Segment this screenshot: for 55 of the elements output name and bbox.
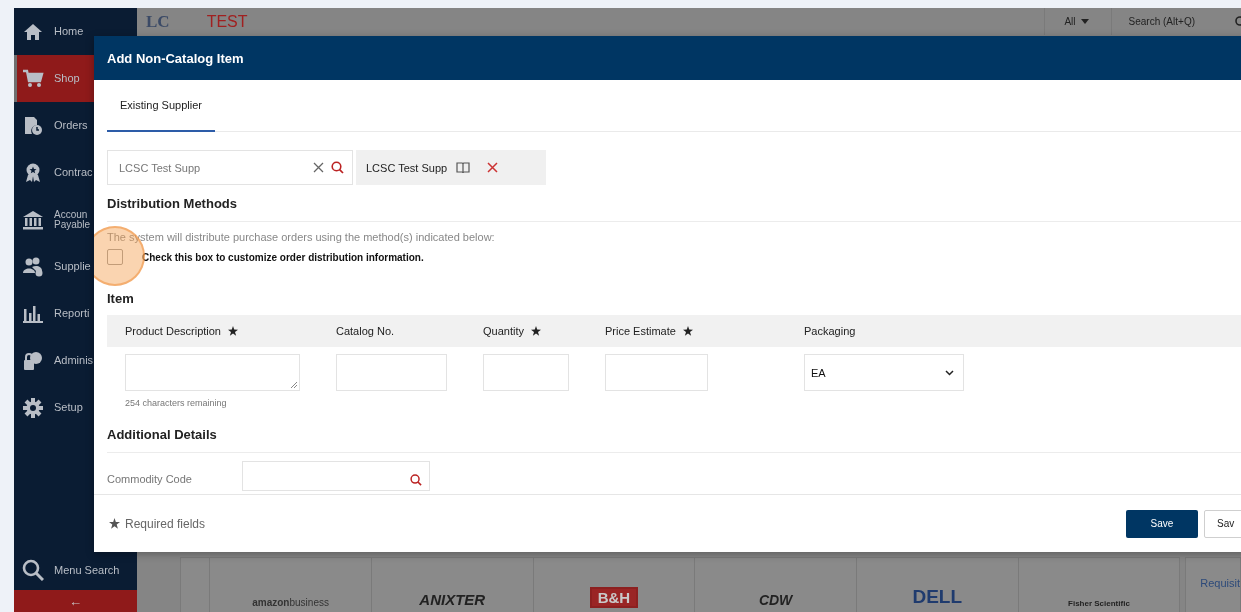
field-label: Commodity Code (107, 473, 193, 485)
search-icon (410, 474, 422, 486)
required-star-icon (109, 518, 120, 529)
input-field[interactable] (336, 354, 447, 391)
section-heading: Item (107, 291, 135, 306)
bank-icon (22, 208, 44, 231)
supplier-logo-card[interactable]: CDW (694, 558, 856, 612)
supplier-logo-card[interactable]: ANIXTER (370, 558, 533, 612)
people-icon (22, 255, 44, 278)
save-button[interactable]: Save (1126, 509, 1198, 538)
clear-icon (313, 162, 324, 173)
input-field[interactable] (483, 354, 569, 391)
supplier-logo-card[interactable]: Fisher Scientific (1017, 558, 1180, 612)
required-star-icon (530, 326, 541, 336)
search-icon (22, 559, 44, 581)
collapse-button[interactable]: ← (14, 590, 137, 612)
supplier-name: LCSC Test Supp (366, 161, 448, 174)
commodity-code-field[interactable] (242, 461, 430, 491)
search-field[interactable]: Search (Alt+Q) (1111, 16, 1235, 27)
secondary-button[interactable]: Sav (1204, 509, 1241, 538)
supplier-logo-card[interactable]: B&H (532, 558, 695, 612)
search-icon (331, 161, 344, 174)
menu-search[interactable]: Menu Search (14, 550, 137, 590)
settings-icon (22, 396, 44, 419)
required-note: Required fields (125, 516, 206, 531)
chevron-down-icon (945, 369, 954, 376)
column-header: Catalog No. (336, 325, 395, 337)
remove-button[interactable] (487, 162, 499, 173)
column-header: Packaging (804, 325, 856, 337)
column-header: Quantity (483, 325, 524, 337)
book-icon (456, 162, 471, 173)
supplier-logo-card[interactable]: amazonbusiness (209, 558, 371, 612)
cart-icon (22, 67, 44, 90)
character-counter: 254 characters remaining (125, 398, 228, 408)
required-star-icon (682, 326, 693, 336)
document-clock-icon (22, 114, 44, 137)
packaging-select[interactable]: EA (804, 354, 964, 391)
supplier-search-field[interactable]: LCSC Test Supp (107, 150, 353, 185)
column-header: Price Estimate (605, 325, 676, 337)
close-icon (487, 162, 499, 173)
resize-handle-icon (291, 382, 297, 388)
input-field[interactable] (605, 354, 708, 391)
section-heading: Distribution Methods (107, 196, 238, 211)
required-star-icon (228, 326, 238, 336)
section-heading: Additional Details (107, 427, 218, 442)
tab[interactable]: Existing Supplier (107, 80, 215, 132)
checkbox[interactable] (107, 249, 123, 265)
nav-item[interactable]: Supplie (14, 243, 137, 290)
dialog-title: Add Non-Catalog Item (94, 36, 1241, 80)
caret-icon (1080, 19, 1089, 24)
logo: LC (146, 11, 170, 32)
nav-item[interactable]: Adminis (14, 337, 137, 384)
description-field[interactable] (125, 354, 300, 391)
environment-label: TEST (206, 12, 248, 31)
column-header: Product Description (125, 325, 221, 337)
